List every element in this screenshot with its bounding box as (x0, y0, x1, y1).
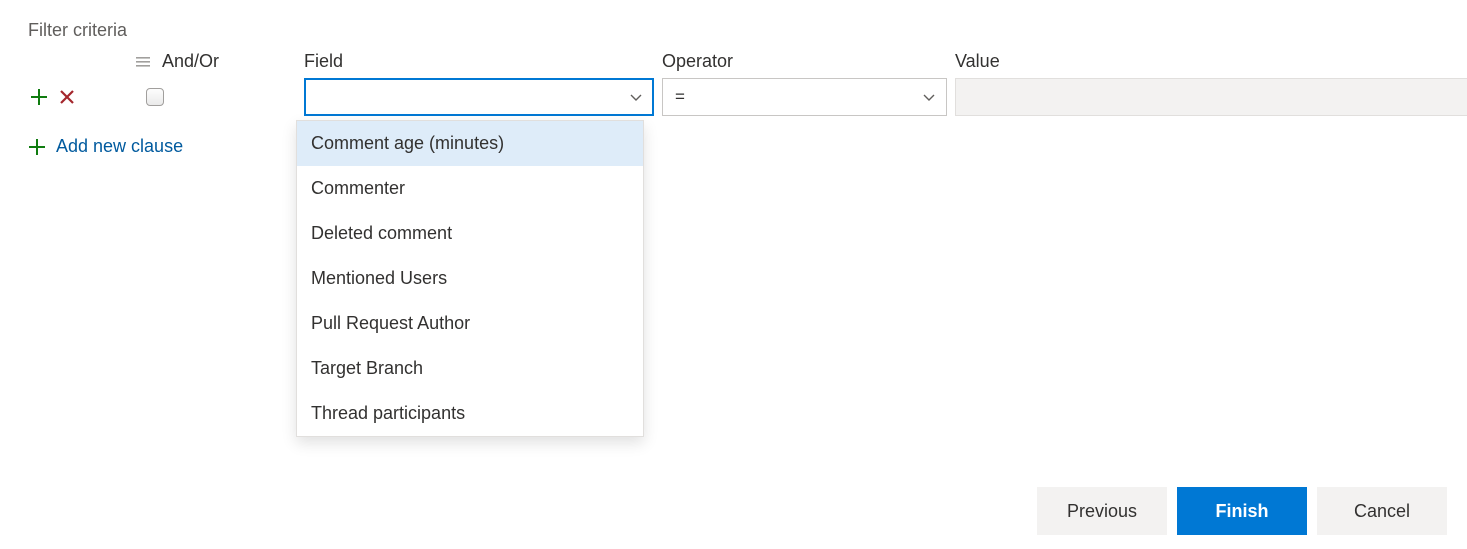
field-option[interactable]: Deleted comment (297, 211, 643, 256)
field-combo[interactable] (304, 78, 654, 116)
field-option[interactable]: Thread participants (297, 391, 643, 436)
operator-combo[interactable] (662, 78, 947, 116)
plus-icon (28, 138, 46, 156)
field-option[interactable]: Commenter (297, 166, 643, 211)
andor-toggle[interactable] (146, 88, 164, 106)
andor-header: And/Or (162, 51, 219, 72)
value-header: Value (955, 51, 1467, 72)
field-header: Field (304, 51, 654, 72)
finish-button[interactable]: Finish (1177, 487, 1307, 535)
add-new-clause-label: Add new clause (56, 136, 183, 157)
reorder-icon (136, 54, 154, 70)
add-new-clause-button[interactable]: Add new clause (28, 136, 183, 157)
field-dropdown[interactable]: Comment age (minutes)CommenterDeleted co… (296, 120, 644, 437)
insert-clause-button[interactable] (28, 86, 50, 108)
field-option[interactable]: Mentioned Users (297, 256, 643, 301)
field-option[interactable]: Target Branch (297, 346, 643, 391)
field-option[interactable]: Comment age (minutes) (297, 121, 643, 166)
value-input-disabled (955, 78, 1467, 116)
filter-criteria-title: Filter criteria (28, 20, 1439, 41)
cancel-button[interactable]: Cancel (1317, 487, 1447, 535)
field-option[interactable]: Pull Request Author (297, 301, 643, 346)
remove-clause-button[interactable] (56, 86, 78, 108)
field-input[interactable] (304, 78, 654, 116)
previous-button[interactable]: Previous (1037, 487, 1167, 535)
operator-input[interactable] (662, 78, 947, 116)
operator-header: Operator (662, 51, 947, 72)
